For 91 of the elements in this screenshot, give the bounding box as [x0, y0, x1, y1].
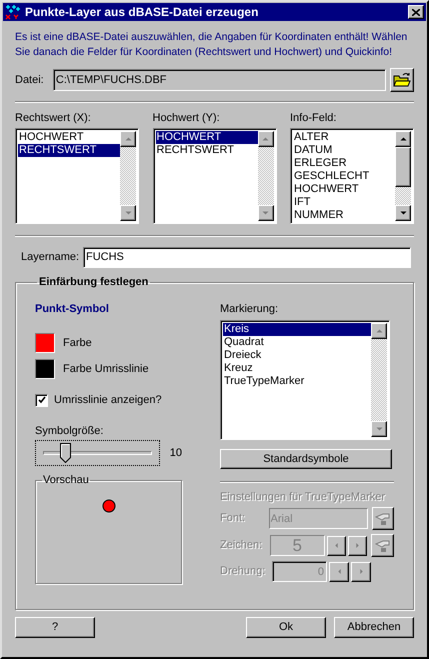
decrease-button[interactable]: [329, 562, 349, 582]
app-icon: [5, 4, 21, 20]
folder-icon: [393, 72, 412, 88]
list-label: Rechtswert (X):: [15, 111, 92, 126]
list-item[interactable]: GESCHLECHT: [293, 170, 395, 183]
cancel-button[interactable]: Abbrechen: [334, 617, 414, 638]
scroll-up-button[interactable]: [371, 323, 387, 339]
scroll-down-button[interactable]: [395, 205, 411, 221]
left-arrow-icon: [336, 567, 342, 576]
list-item[interactable]: IFT: [293, 196, 395, 209]
pointer-icon: [374, 512, 391, 526]
close-button[interactable]: [408, 5, 424, 19]
scroll-up-button[interactable]: [120, 131, 136, 147]
up-arrow-icon: [398, 136, 408, 142]
down-arrow-icon: [124, 210, 132, 216]
down-arrow-icon: [398, 210, 408, 216]
truetype-heading: Einstellungen für TrueTypeMarker: [220, 490, 386, 504]
scrollbar[interactable]: [258, 131, 274, 221]
slider-thumb[interactable]: [60, 443, 72, 463]
list-item[interactable]: HOCHWERT: [18, 131, 120, 144]
size-value: 10: [170, 446, 182, 461]
close-icon: [412, 8, 420, 16]
list-item[interactable]: NUMMER: [293, 209, 395, 221]
previous-button[interactable]: [326, 536, 346, 556]
right-arrow-icon: [358, 567, 364, 576]
color-swatch[interactable]: [35, 359, 55, 379]
file-field[interactable]: C:\TEMP\FUCHS.DBF: [52, 69, 386, 91]
help-button[interactable]: ?: [15, 617, 95, 638]
right-arrow-icon: [354, 541, 360, 550]
size-slider[interactable]: [35, 440, 160, 466]
up-arrow-icon: [261, 136, 270, 142]
symbol-heading: Punkt-Symbol: [35, 302, 110, 316]
ok-button[interactable]: Ok: [246, 617, 326, 638]
up-arrow-icon: [374, 328, 384, 334]
down-arrow-icon: [261, 210, 270, 216]
size-label: Symbolgröße:: [35, 424, 104, 438]
scroll-thumb[interactable]: [395, 147, 411, 187]
scroll-down-button[interactable]: [120, 205, 136, 221]
list-item[interactable]: Dreieck: [223, 349, 371, 362]
list-item[interactable]: DATUM: [293, 144, 395, 157]
list-item[interactable]: ERLEGER: [293, 157, 395, 170]
swatch-label: Farbe: [63, 336, 92, 351]
scroll-up-button[interactable]: [395, 131, 411, 147]
scroll-down-button[interactable]: [371, 421, 387, 437]
pointer-icon: [374, 538, 391, 552]
rotation-label: Drehung:: [220, 564, 266, 580]
checkmark-icon: [38, 396, 46, 404]
list-item[interactable]: Quadrat: [223, 336, 371, 349]
down-arrow-icon: [374, 426, 384, 432]
checkbox[interactable]: [35, 394, 48, 407]
character-picker-button[interactable]: [371, 534, 394, 557]
open-folder-button[interactable]: [390, 68, 414, 92]
color-swatch[interactable]: [35, 333, 55, 353]
list-item[interactable]: RECHTSWERT: [156, 144, 258, 157]
list-box[interactable]: ALTER DATUM ERLEGER GESCHLECHT HOCHWERT IFT NUMMER: [290, 128, 414, 224]
list-item[interactable]: HOCHWERT: [156, 131, 258, 144]
group-title: Einfärbung festlegen: [38, 275, 150, 290]
marker-label: Markierung:: [220, 302, 280, 316]
layer-name-field[interactable]: FUCHS: [83, 246, 411, 268]
list-item[interactable]: RECHTSWERT: [18, 144, 120, 157]
font-label: Font:: [220, 511, 246, 526]
increase-button[interactable]: [351, 562, 371, 582]
next-button[interactable]: [348, 536, 368, 556]
scrollbar[interactable]: [395, 131, 411, 221]
preview-title: Vorschau: [42, 473, 90, 488]
scroll-up-button[interactable]: [258, 131, 274, 147]
list-box[interactable]: HOCHWERT RECHTSWERT: [15, 128, 139, 224]
character-label: Zeichen:: [220, 538, 264, 554]
font-picker-button[interactable]: [372, 507, 394, 530]
left-arrow-icon: [334, 541, 339, 550]
list-box[interactable]: Kreis Quadrat Dreieck Kreuz TrueTypeMarker: [220, 320, 390, 440]
list-item[interactable]: Kreis: [223, 323, 371, 336]
window-title: Punkte-Layer aus dBASE-Datei erzeugen: [25, 4, 260, 21]
point-symbol-drawing: [102, 498, 116, 512]
list-item[interactable]: TrueTypeMarker: [223, 375, 371, 388]
scroll-down-button[interactable]: [258, 205, 274, 221]
up-arrow-icon: [124, 136, 132, 142]
scrollbar[interactable]: [371, 323, 387, 437]
list-item[interactable]: HOCHWERT: [293, 183, 395, 196]
list-item[interactable]: ALTER: [293, 131, 395, 144]
list-box[interactable]: HOCHWERT RECHTSWERT: [152, 128, 276, 224]
list-item[interactable]: Kreuz: [223, 362, 371, 375]
intro-text: Es ist eine dBASE-Datei auszuwählen, die Angaben für Koordinaten enthält! Wählen Sie danach die Felder für Koordinaten (Rechtswert und Hochwert) und Quickinfo!: [15, 30, 408, 60]
scrollbar[interactable]: [120, 131, 136, 221]
layer-name-label: Layername:: [21, 250, 80, 265]
list-label: Info-Feld:: [290, 111, 338, 126]
standard-symbols-button[interactable]: Standardsymbole: [220, 449, 392, 469]
checkbox-label: Umrisslinie anzeigen?: [54, 393, 162, 408]
swatch-label: Farbe Umrisslinie: [63, 362, 149, 377]
list-label: Hochwert (Y):: [152, 111, 221, 126]
file-label: Datei:: [15, 72, 45, 88]
